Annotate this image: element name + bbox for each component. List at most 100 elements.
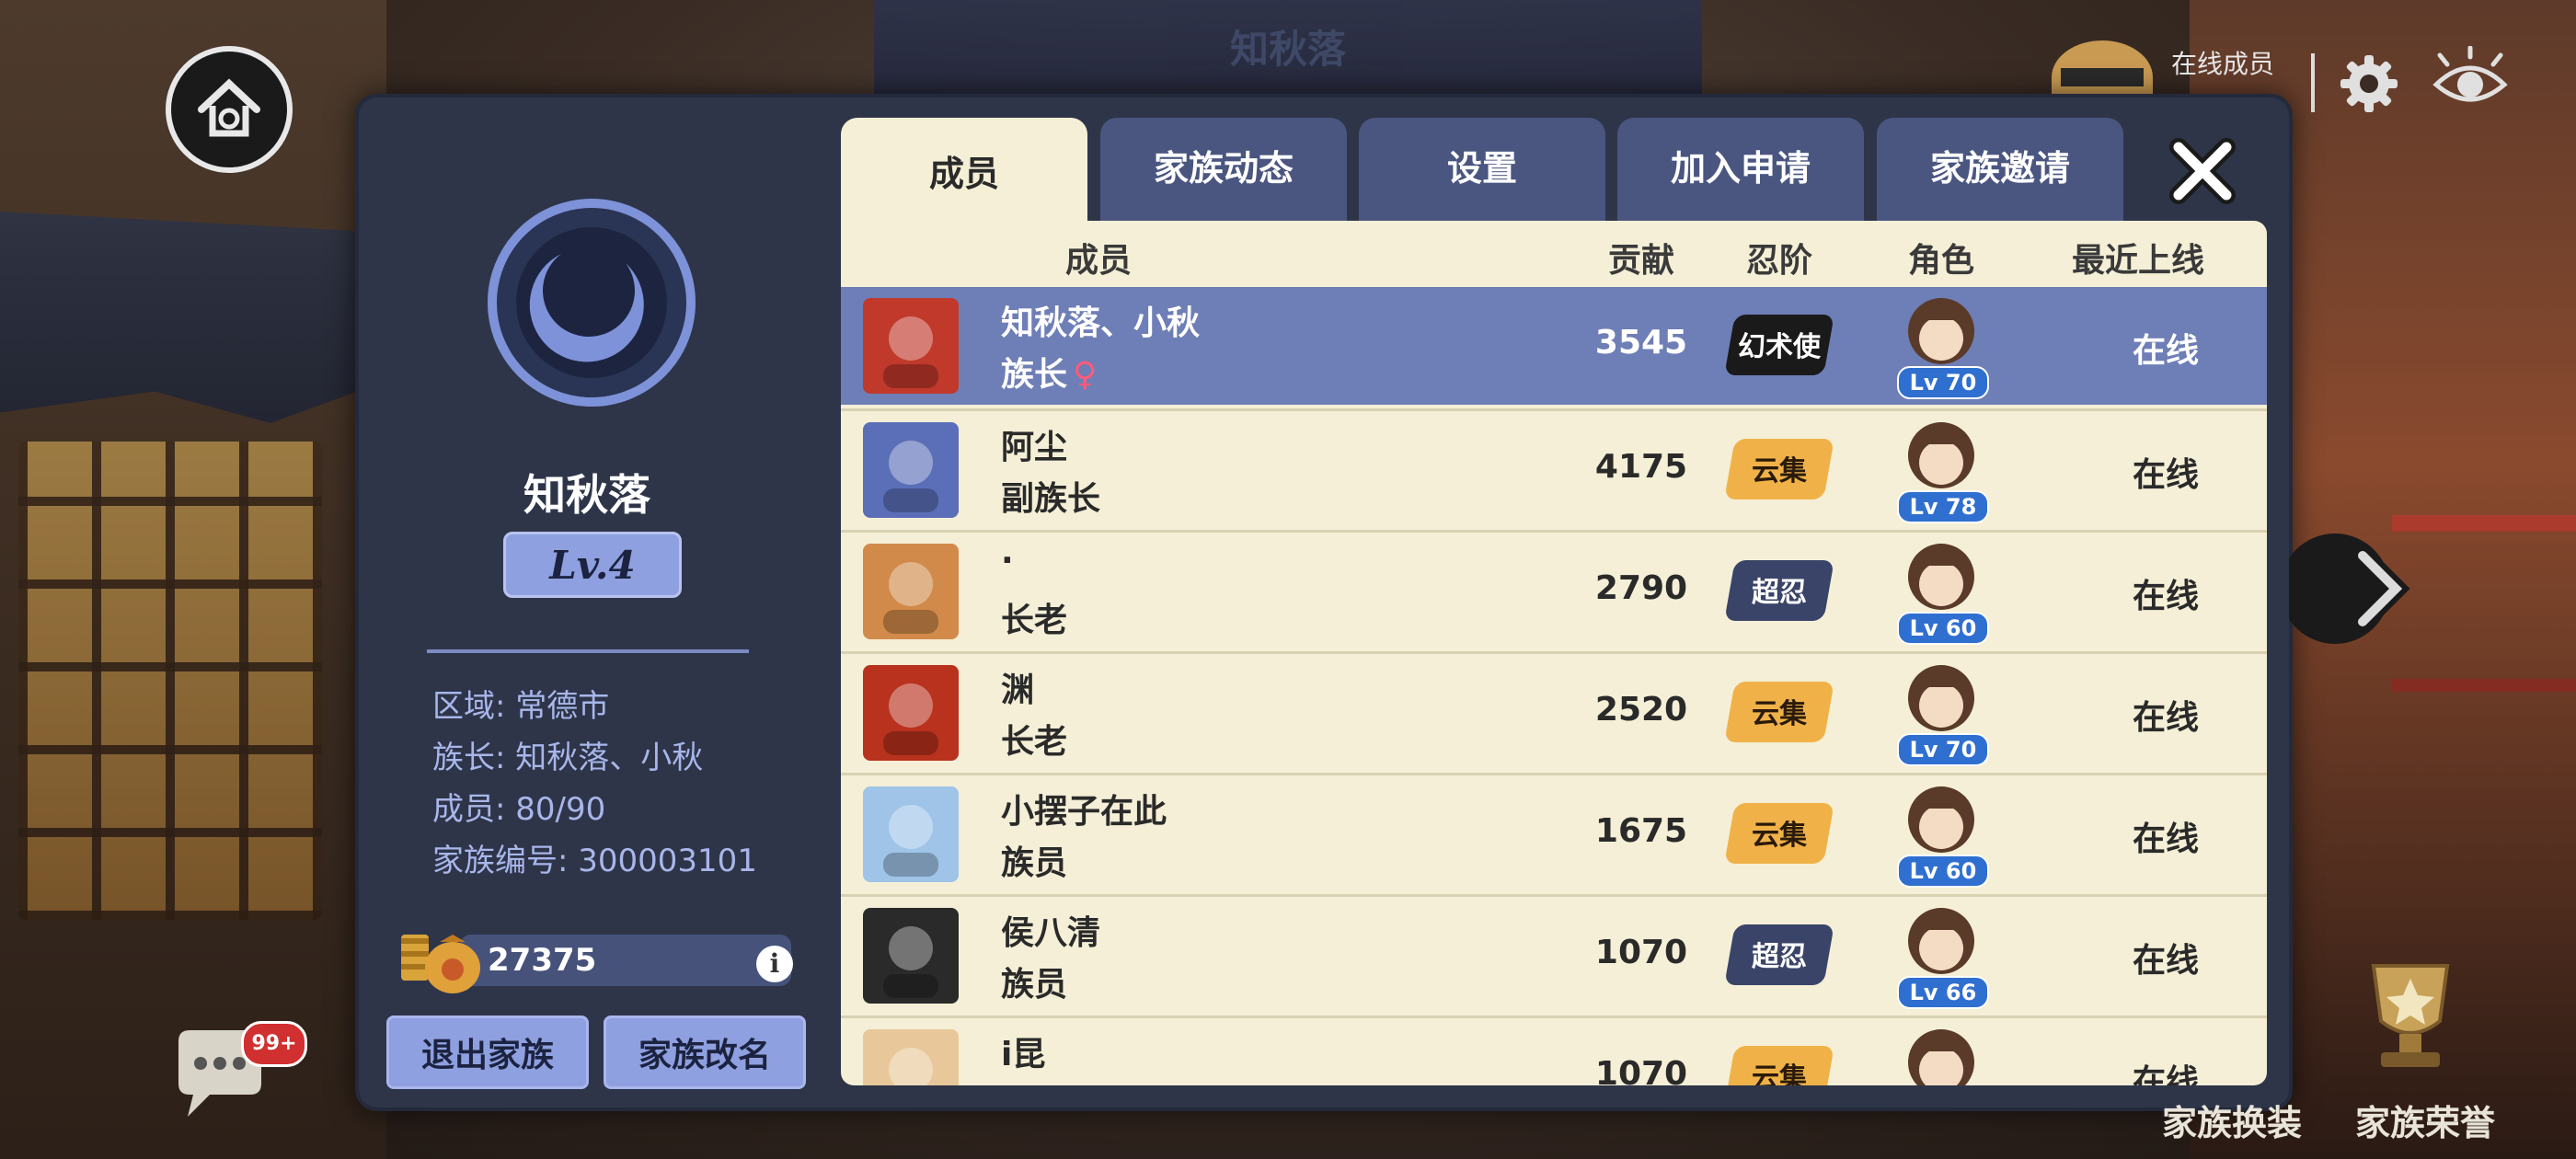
rank-label: 超忍: [1752, 941, 1807, 973]
home-icon: [198, 78, 260, 137]
member-avatar[interactable]: [863, 908, 959, 1004]
view-toggle-button[interactable]: [2429, 45, 2512, 120]
member-contribution: 3545: [1594, 324, 1688, 361]
rank-badge-icon: 超忍: [1724, 549, 1834, 632]
member-name: 阿尘: [1001, 429, 1068, 466]
clan-funds-row: 27375 i: [396, 925, 800, 995]
background-window: [18, 442, 322, 920]
rename-clan-button[interactable]: 家族改名: [604, 1016, 806, 1089]
clan-outfit-button[interactable]: 家族换装: [2162, 1095, 2302, 1145]
table-row[interactable]: 知秋落、小秋族长 ♀ 3545 幻术使 Lv 70 在线: [841, 287, 2267, 405]
table-row[interactable]: 阿尘副族长 4175 云集 Lv 78 在线: [841, 408, 2267, 529]
member-name: 侯八清: [1001, 914, 1101, 952]
member-name: i昆: [1001, 1036, 1046, 1073]
table-row[interactable]: 侯八清族员 1070 超忍 Lv 66 在线: [841, 894, 2267, 1015]
member-title: 长老: [1001, 593, 1067, 641]
member-avatar[interactable]: [863, 544, 959, 639]
tab-members[interactable]: 成员: [841, 118, 1087, 237]
clan-info-column: 知秋落 Lv.4 区域: 常德市 族长: 知秋落、小秋 成员: 80/90 家族…: [359, 98, 815, 1107]
clan-region: 区域: 常德市: [432, 688, 610, 725]
member-contribution: 2790: [1594, 569, 1688, 607]
member-title-text: 族员: [1001, 844, 1068, 882]
table-row[interactable]: 小摆子在此 族员 1675 云集 Lv 60 在线: [841, 773, 2267, 893]
member-title-text: 族员: [1001, 966, 1068, 1004]
tab-settings[interactable]: 设置: [1359, 118, 1605, 226]
table-row[interactable]: 渊长老 2520 云集 Lv 70 在线: [841, 651, 2267, 772]
member-online-status: 在线: [2132, 456, 2199, 494]
tab-clan-activity[interactable]: 家族动态: [1100, 118, 1347, 226]
tab-clan-invites[interactable]: 家族邀请: [1877, 118, 2123, 226]
member-avatar[interactable]: [863, 786, 959, 882]
background-bridge: [2392, 515, 2576, 692]
member-avatar[interactable]: [863, 422, 959, 518]
character-level-badge: Lv 70: [1897, 366, 1989, 399]
coin-bag-icon: [401, 935, 480, 993]
member-name: 渊: [1001, 671, 1035, 709]
member-title-text: 副族长: [1001, 480, 1101, 518]
funds-info-button[interactable]: i: [756, 946, 793, 982]
member-title: 族员: [1001, 1079, 1067, 1085]
member-contribution: 2520: [1594, 691, 1688, 729]
rank-badge-icon: 超忍: [1724, 913, 1834, 996]
background-banner: 知秋落: [874, 0, 1702, 101]
member-avatar[interactable]: [863, 298, 959, 394]
member-online-status: 在线: [2132, 332, 2199, 370]
settings-button[interactable]: [2337, 52, 2401, 116]
info-divider: [427, 649, 749, 653]
home-button[interactable]: [166, 46, 293, 173]
rank-label: 云集: [1752, 698, 1807, 730]
trophy-icon[interactable]: [2355, 957, 2466, 1076]
rank-badge-icon: 云集: [1724, 792, 1834, 875]
member-title-text: 族长: [1001, 356, 1068, 394]
member-title: 族员: [1001, 958, 1067, 1005]
clan-leader: 族长: 知秋落、小秋: [432, 740, 704, 776]
background-curtain: [0, 212, 386, 423]
clan-member-count: 成员: 80/90: [432, 791, 606, 828]
member-contribution: 4175: [1594, 448, 1688, 486]
character-level-badge: Lv 78: [1897, 490, 1989, 523]
top-divider: [2311, 53, 2315, 112]
rank-badge-icon: 云集: [1724, 1035, 1834, 1085]
rank-label: 云集: [1752, 820, 1807, 852]
member-avatar[interactable]: [863, 1029, 959, 1085]
gear-icon: [2340, 55, 2398, 112]
clan-name: 知秋落: [523, 470, 650, 520]
rank-label: 云集: [1752, 455, 1807, 488]
rank-badge-icon: 幻术使: [1724, 304, 1834, 386]
unread-badge: 99+: [241, 1021, 307, 1067]
clan-honor-button[interactable]: 家族荣誉: [2355, 1095, 2495, 1145]
member-contribution: 1675: [1594, 812, 1688, 850]
chevron-right-icon[interactable]: [2289, 524, 2418, 653]
rank-label: 云集: [1752, 1062, 1807, 1085]
table-row[interactable]: i昆族员 1070 云集 在线: [841, 1016, 2267, 1085]
background-banner-title: 知秋落: [1229, 27, 1346, 72]
table-row[interactable]: · 长老 2790 超忍 Lv 60 在线: [841, 530, 2267, 650]
rank-label: 幻术使: [1738, 331, 1821, 363]
member-title: 族长 ♀: [1001, 348, 1097, 396]
member-name: ·: [1001, 542, 1014, 580]
member-title-text: 长老: [1001, 602, 1068, 639]
member-contribution: 1070: [1594, 1055, 1688, 1085]
clan-funds-value: 27375: [488, 942, 597, 979]
member-contribution: 1070: [1594, 934, 1688, 971]
rank-badge-icon: 云集: [1724, 671, 1834, 753]
member-avatar[interactable]: [863, 665, 959, 761]
member-title: 长老: [1001, 715, 1067, 763]
eye-icon: [2432, 45, 2508, 102]
clan-panel: 知秋落 Lv.4 区域: 常德市 族长: 知秋落、小秋 成员: 80/90 家族…: [355, 94, 2293, 1111]
character-level-badge: Lv 60: [1897, 855, 1989, 888]
rank-label: 超忍: [1752, 577, 1807, 609]
close-icon[interactable]: [2166, 134, 2239, 208]
character-level-badge: Lv 70: [1897, 733, 1989, 766]
member-name: 知秋落、小秋: [1001, 304, 1201, 342]
member-online-status: 在线: [2132, 942, 2199, 980]
member-title: 族员: [1001, 836, 1067, 884]
member-title-text: 长老: [1001, 723, 1068, 761]
leave-clan-button[interactable]: 退出家族: [386, 1016, 589, 1089]
member-title: 副族长: [1001, 472, 1100, 520]
tab-join-requests[interactable]: 加入申请: [1617, 118, 1864, 226]
character-level-badge: Lv 66: [1897, 976, 1989, 1009]
clan-level-badge: Lv.4: [503, 532, 682, 598]
table-header: 成员 贡献 忍阶 角色 最近上线: [841, 221, 2267, 287]
character-portrait[interactable]: [1895, 1024, 1987, 1085]
